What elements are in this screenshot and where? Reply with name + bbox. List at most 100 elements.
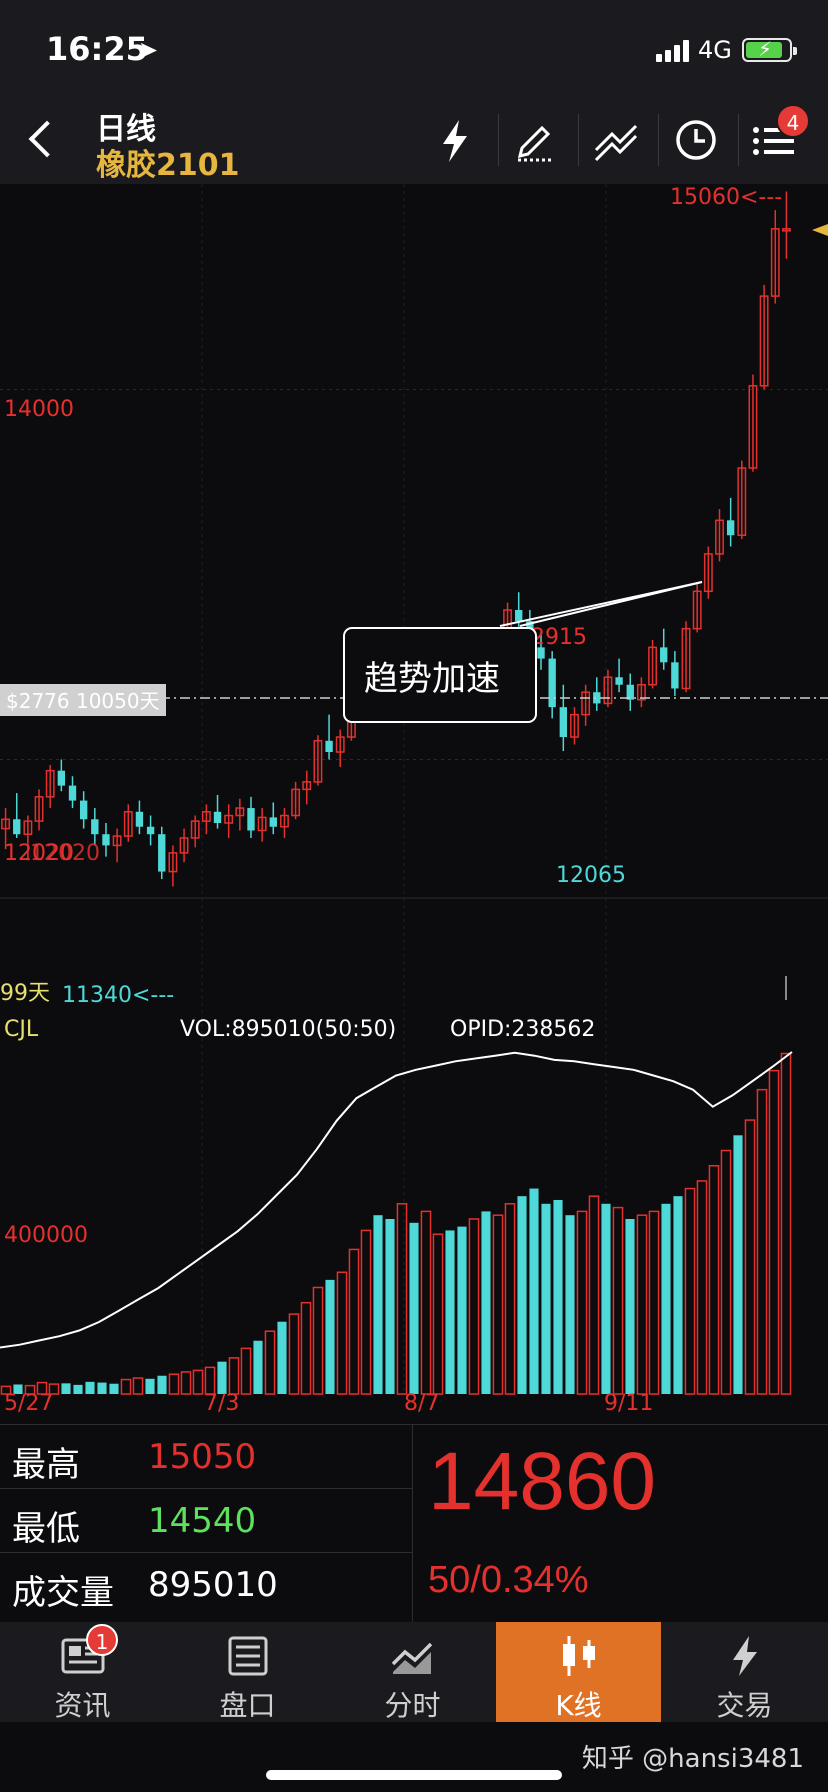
last-price: 14860: [428, 1436, 657, 1527]
back-button[interactable]: [22, 114, 62, 164]
tab-news[interactable]: 1 资讯: [0, 1622, 165, 1722]
tab-label: 分时: [384, 1689, 441, 1722]
home-indicator[interactable]: [266, 1770, 562, 1780]
volume-bar: [661, 1203, 671, 1394]
tab-orderbook[interactable]: 盘口: [165, 1622, 330, 1722]
volume-bar: [612, 1206, 624, 1395]
volume-bar: [385, 1219, 395, 1394]
volume-bar: [625, 1219, 635, 1394]
volume-bar: [120, 1378, 132, 1395]
volume-bar: [708, 1164, 720, 1395]
quote-panel: 最高 15050 最低 14540 成交量 895010 14860 50/0.…: [0, 1424, 828, 1623]
indicator-lines-icon[interactable]: [586, 110, 646, 170]
volume-bar: [648, 1210, 660, 1395]
candle-body: [135, 811, 144, 827]
status-bar: 16:25 ➤ 4G ⚡: [0, 0, 828, 96]
menu-list-icon[interactable]: 4: [746, 104, 810, 170]
high-value: 15050: [148, 1437, 257, 1477]
volume-bar: [264, 1330, 276, 1395]
volume-bar: [445, 1230, 455, 1394]
high-label: 最高: [12, 1445, 80, 1485]
price-change: 50/0.34%: [428, 1559, 589, 1601]
volume-bar: [492, 1214, 504, 1395]
volume-bar: [300, 1301, 312, 1395]
volume-bar: [312, 1286, 324, 1395]
network-type: 4G: [698, 36, 732, 64]
date-label: 7/3: [204, 1391, 239, 1416]
candles: [1, 191, 791, 887]
volume-bar: [168, 1373, 180, 1395]
open-interest-line: [0, 1051, 793, 1349]
volume-bar: [97, 1382, 107, 1394]
candle-body: [671, 662, 679, 689]
tab-label: K线: [555, 1689, 602, 1722]
cursor-tag-text: $2776 10050天: [6, 689, 160, 713]
candle-body: [68, 785, 77, 801]
bottom-tab-bar: 1 资讯 盘口 分时 K线 交易: [0, 1622, 828, 1722]
volume-bar: [468, 1218, 480, 1395]
candle-body: [213, 811, 222, 823]
volume-bars: [0, 1052, 792, 1395]
date-label: 9/11: [604, 1391, 653, 1416]
volume-bar: [420, 1210, 432, 1395]
date-label: 8/7: [404, 1391, 439, 1416]
orderbook-icon: [228, 1636, 267, 1676]
kline-chart[interactable]: $2776 10050天 15060<--- 14000 12020 12020…: [0, 184, 828, 1424]
volume-bar: [541, 1203, 551, 1394]
tab-timeshare[interactable]: 分时: [330, 1622, 495, 1722]
volume-bar: [696, 1180, 708, 1395]
flash-trade-icon[interactable]: [425, 110, 485, 170]
volume-bar: [253, 1340, 263, 1394]
news-badge: 1: [86, 1624, 118, 1656]
volume-bar: [432, 1233, 444, 1395]
low-label: 最低: [12, 1509, 80, 1549]
quote-row-low: 最低 14540: [0, 1489, 412, 1553]
signal-icon: [656, 40, 690, 62]
volume-bar: [109, 1383, 119, 1394]
trade-bolt-icon: [732, 1636, 757, 1676]
cjl-label: CJL: [4, 1017, 39, 1042]
volume-bar: [601, 1203, 611, 1394]
candlestick-icon: [562, 1636, 595, 1676]
candle-body: [57, 770, 66, 786]
candle-body: [91, 819, 99, 835]
volume-bar: [780, 1052, 792, 1395]
timeshare-icon: [391, 1642, 432, 1674]
axis-label-14000: 14000: [4, 397, 74, 422]
volume-bar: [373, 1215, 383, 1394]
axis-label-12020-overlap: 12020: [30, 841, 100, 866]
tab-label: 交易: [716, 1689, 773, 1722]
volume-bar: [517, 1196, 527, 1394]
volume-bar: [636, 1214, 648, 1395]
volume-bar: [588, 1195, 600, 1395]
volume-bar: [565, 1215, 575, 1394]
volume-bar: [336, 1271, 348, 1395]
volume-bar: [457, 1226, 467, 1394]
tab-label: 资讯: [54, 1689, 111, 1722]
clock-icon[interactable]: [666, 110, 726, 170]
volume-label: 成交量: [12, 1573, 114, 1613]
volume-bar: [132, 1377, 144, 1395]
volume-bar: [204, 1366, 216, 1395]
tab-kline[interactable]: K线: [496, 1622, 661, 1722]
volume-bar: [529, 1188, 539, 1394]
candle-body: [13, 819, 21, 835]
volume-bar: [288, 1313, 300, 1395]
quote-row-high: 最高 15050: [0, 1425, 412, 1489]
volume-bar: [325, 1279, 335, 1394]
candle-body: [102, 834, 110, 846]
contract-name: 橡胶2101: [96, 148, 240, 183]
volume-axis-label: 400000: [4, 1223, 88, 1248]
volume-bar: [360, 1229, 372, 1395]
days-label: 99天: [0, 981, 50, 1006]
date-label: 5/27: [4, 1391, 53, 1416]
volume-bar: [61, 1383, 71, 1394]
volume-bar: [756, 1088, 768, 1395]
volume-bar: [73, 1384, 83, 1394]
chart-canvas[interactable]: $2776 10050天 15060<--- 14000 12020 12020…: [0, 184, 828, 1424]
volume-bar: [733, 1135, 743, 1394]
tab-trade[interactable]: 交易: [662, 1622, 827, 1722]
draw-pencil-icon[interactable]: [506, 110, 566, 170]
volume-bar: [192, 1369, 204, 1395]
candle-body: [660, 647, 668, 663]
